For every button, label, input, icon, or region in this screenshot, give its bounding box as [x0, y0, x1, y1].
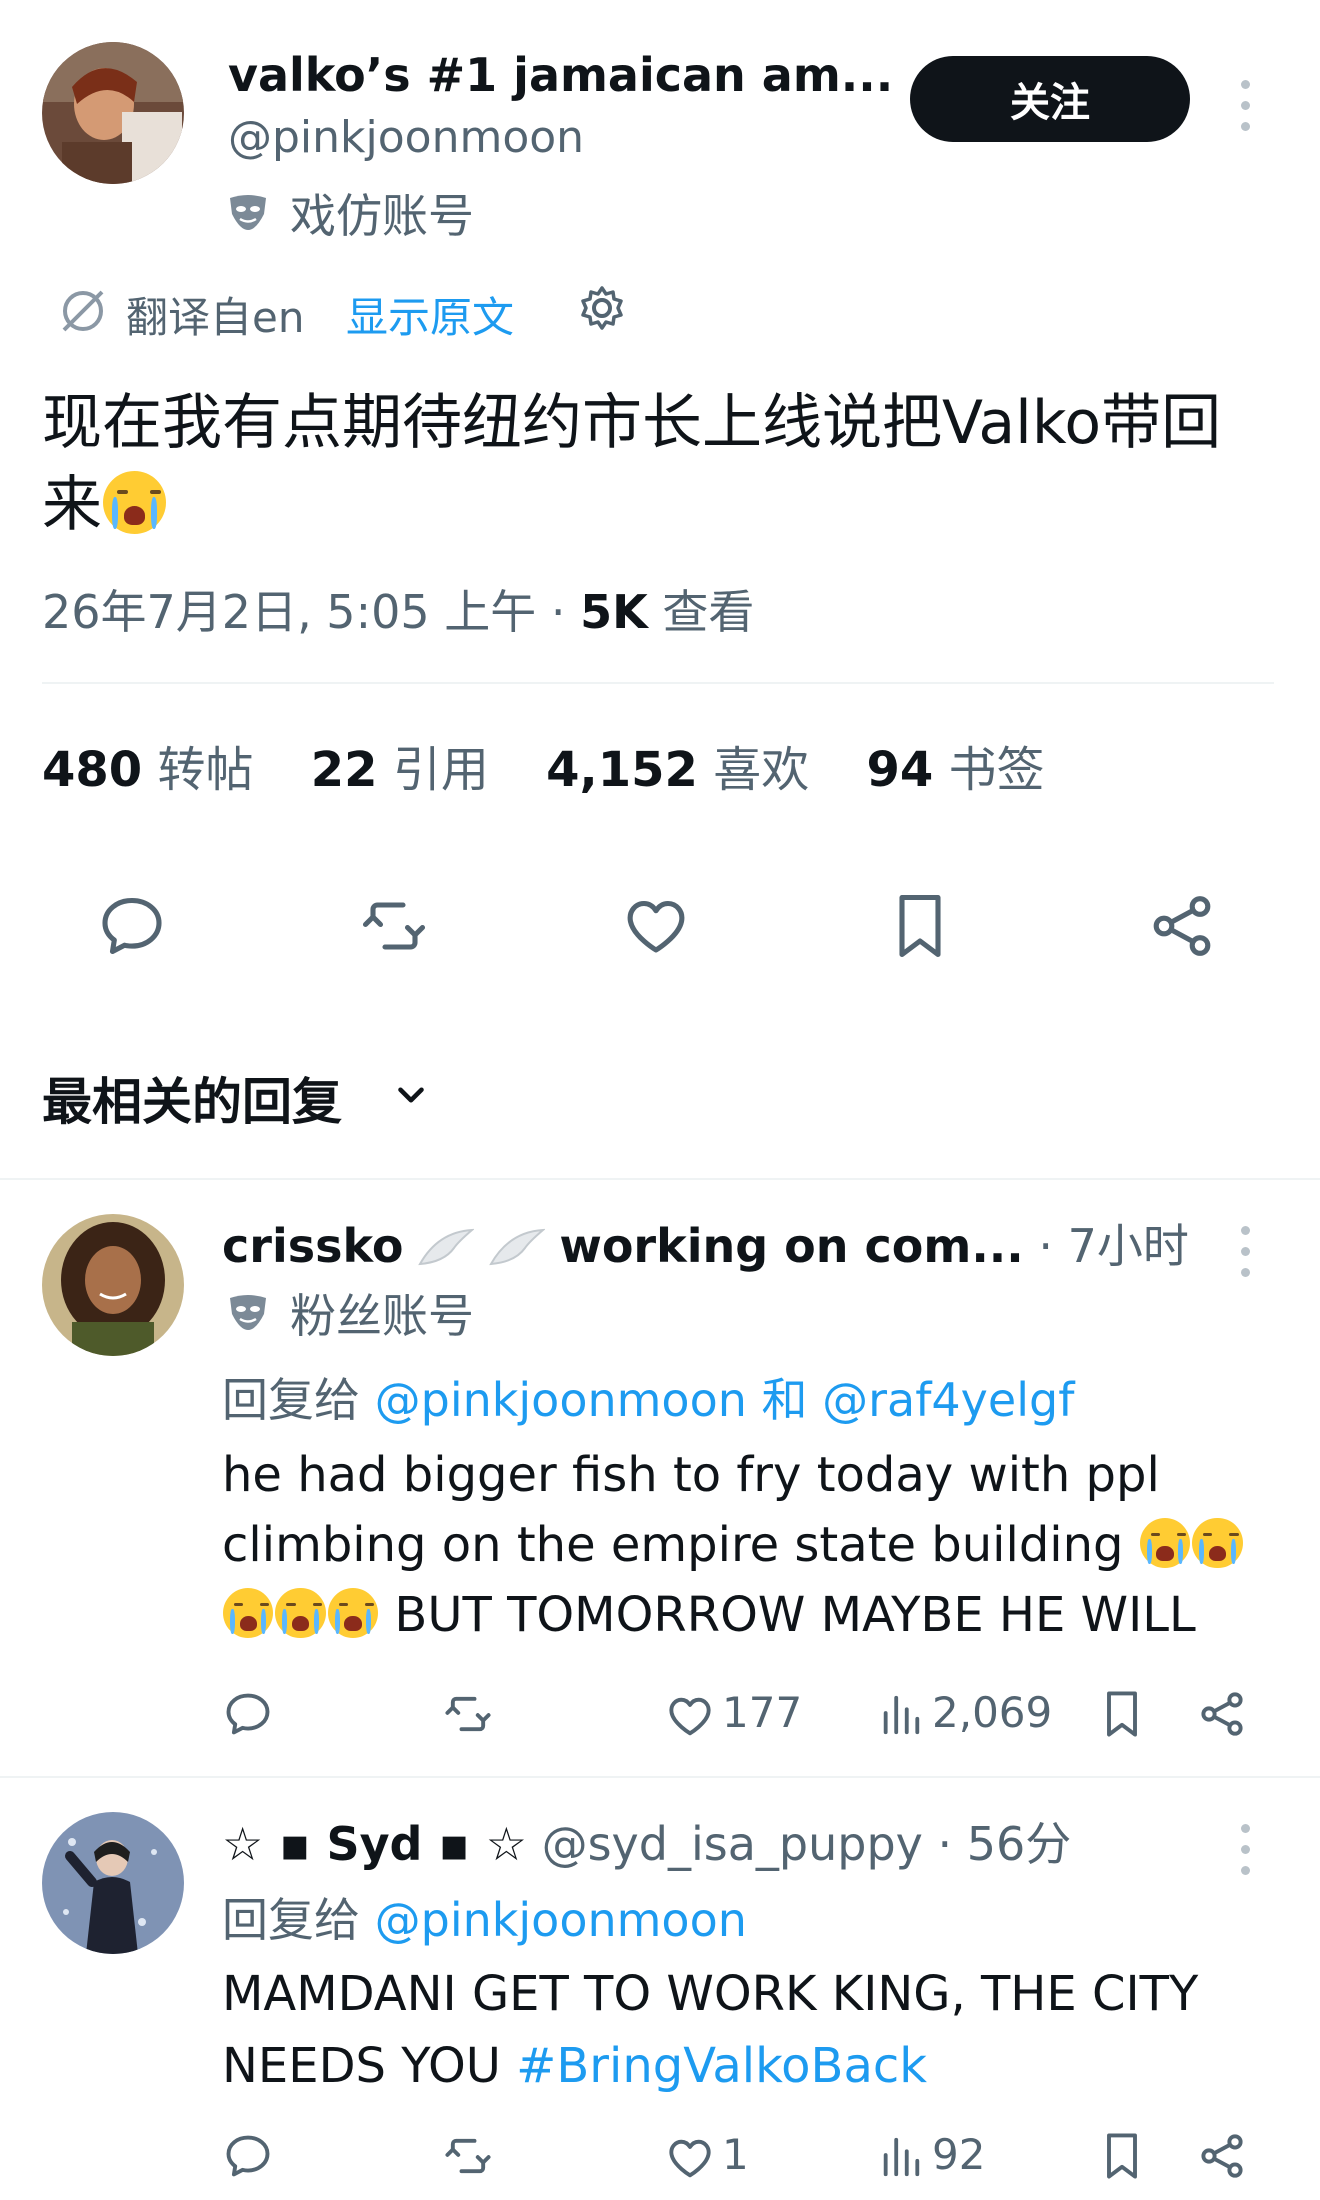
- translated-from-label: 翻译自en: [126, 293, 305, 342]
- reply-to-user-link[interactable]: @raf4yelgf: [822, 1373, 1074, 1427]
- reply-header: ☆ ▪ Syd ▪ ☆ @syd_isa_puppy · 56分: [222, 1808, 1071, 1874]
- bookmark-icon[interactable]: [1096, 2128, 1148, 2184]
- views-count: 5K: [580, 585, 648, 639]
- wing-icon: [418, 1225, 475, 1266]
- share-icon[interactable]: [1196, 2130, 1248, 2182]
- reply-name-suffix[interactable]: working on com...: [559, 1219, 1023, 1273]
- reply-text-line: he had bigger fish to fry today with ppl: [222, 1447, 1160, 1503]
- reply-text-line: BUT TOMORROW MAYBE HE WILL: [222, 1580, 1282, 1650]
- divider: [0, 1776, 1320, 1778]
- reply-to-user-link[interactable]: @pinkjoonmoon: [375, 1373, 747, 1427]
- repost-icon[interactable]: [358, 890, 430, 962]
- reply-to-sep: 和: [746, 1373, 823, 1427]
- like-heart-icon[interactable]: [664, 2132, 716, 2184]
- view-count: 92: [932, 2130, 986, 2179]
- follow-button[interactable]: 关注: [910, 56, 1190, 142]
- stats-row: 480 转帖 22 引用 4,152 喜欢 94 书签: [42, 730, 1045, 800]
- like-count: 177: [722, 1688, 803, 1737]
- translate-icon: [58, 286, 108, 336]
- parody-mask-icon: [226, 192, 270, 232]
- share-icon[interactable]: [1196, 1688, 1248, 1740]
- reply-text: MAMDANI GET TO WORK KING, THE CITY NEEDS…: [222, 1958, 1282, 2102]
- reply-header: crissko working on com... · 7小时: [222, 1210, 1189, 1276]
- reply-to-prefix: 回复给: [222, 1893, 375, 1947]
- reply-to-user-link[interactable]: @pinkjoonmoon: [375, 1893, 747, 1947]
- reply-account-label: 粉丝账号: [290, 1289, 474, 1343]
- reply-to-prefix: 回复给: [222, 1373, 375, 1427]
- fan-mask-icon: [226, 1292, 270, 1332]
- reply-icon[interactable]: [222, 2130, 274, 2182]
- reply-text-line: NEEDS YOU #BringValkoBack: [222, 2038, 928, 2094]
- author-handle[interactable]: @pinkjoonmoon: [228, 112, 584, 163]
- divider: [42, 682, 1274, 684]
- loudly-crying-face-icon: [327, 1587, 379, 1639]
- author-avatar[interactable]: [42, 42, 184, 184]
- reply-handle-time[interactable]: @syd_isa_puppy · 56分: [542, 1817, 1072, 1871]
- more-options-icon[interactable]: [1241, 80, 1251, 143]
- reply-text: he had bigger fish to fry today with ppl…: [222, 1440, 1282, 1650]
- tweet-text: 现在我有点期待纽约市长上线说把Valko带回来: [42, 382, 1242, 546]
- bookmark-icon[interactable]: [1096, 1686, 1148, 1742]
- like-heart-icon[interactable]: [620, 890, 692, 962]
- replies-sort-header[interactable]: 最相关的回复: [42, 1062, 342, 1134]
- divider: [0, 1178, 1320, 1180]
- show-original-link[interactable]: 显示原文: [346, 284, 514, 345]
- views-chart-icon[interactable]: [878, 2132, 924, 2182]
- reply-display-name[interactable]: crissko: [222, 1219, 403, 1273]
- views-label: 查看: [647, 585, 755, 639]
- tweet-timestamp[interactable]: 26年7月2日, 5:05 上午 · 5K 查看: [42, 576, 754, 642]
- likes-stat[interactable]: 4,152 喜欢: [546, 742, 809, 798]
- more-options-icon[interactable]: [1241, 1226, 1251, 1289]
- author-display-name[interactable]: valko’s #1 jamaican am...: [228, 48, 893, 102]
- chevron-down-icon[interactable]: [390, 1074, 432, 1116]
- loudly-crying-face-icon: [275, 1587, 326, 1639]
- reply-icon[interactable]: [96, 890, 168, 962]
- share-icon[interactable]: [1146, 890, 1218, 962]
- reposts-stat[interactable]: 480 转帖: [42, 742, 253, 798]
- wing-icon: [488, 1225, 546, 1266]
- reply-avatar[interactable]: [42, 1214, 184, 1356]
- more-options-icon[interactable]: [1241, 1824, 1251, 1887]
- reply-text-line: MAMDANI GET TO WORK KING, THE CITY: [222, 1966, 1199, 2022]
- view-count: 2,069: [932, 1688, 1053, 1737]
- loudly-crying-face-icon: [1192, 1517, 1243, 1569]
- reply-icon[interactable]: [222, 1688, 274, 1740]
- reply-to-line: 回复给 @pinkjoonmoon: [222, 1884, 747, 1950]
- loudly-crying-face-icon: [103, 471, 166, 534]
- like-heart-icon[interactable]: [664, 1690, 716, 1742]
- views-chart-icon[interactable]: [878, 1690, 924, 1740]
- tweet-date[interactable]: 26年7月2日, 5:05 上午 ·: [42, 585, 580, 639]
- loudly-crying-face-icon: [1139, 1517, 1191, 1569]
- bookmark-icon[interactable]: [884, 888, 956, 964]
- like-count: 1: [722, 2130, 749, 2179]
- loudly-crying-face-icon: [223, 1587, 274, 1639]
- reply-text-line: climbing on the empire state building: [222, 1510, 1282, 1580]
- account-label: 戏仿账号: [290, 189, 474, 243]
- settings-gear-icon[interactable]: [578, 284, 626, 332]
- repost-icon[interactable]: [442, 2130, 494, 2182]
- hashtag-link[interactable]: #BringValkoBack: [516, 2038, 927, 2094]
- quotes-stat[interactable]: 22 引用: [311, 742, 489, 798]
- reply-to-line: 回复给 @pinkjoonmoon 和 @raf4yelgf: [222, 1364, 1074, 1430]
- bookmarks-stat[interactable]: 94 书签: [866, 742, 1044, 798]
- reply-display-name[interactable]: ☆ ▪ Syd ▪ ☆: [222, 1817, 527, 1871]
- repost-icon[interactable]: [442, 1688, 494, 1740]
- replies-sort-label[interactable]: 最相关的回复: [42, 1073, 342, 1131]
- reply-avatar[interactable]: [42, 1812, 184, 1954]
- tweet-text-content: 现在我有点期待纽约市长上线说把Valko带回来: [42, 388, 1222, 540]
- reply-time[interactable]: · 7小时: [1038, 1219, 1189, 1273]
